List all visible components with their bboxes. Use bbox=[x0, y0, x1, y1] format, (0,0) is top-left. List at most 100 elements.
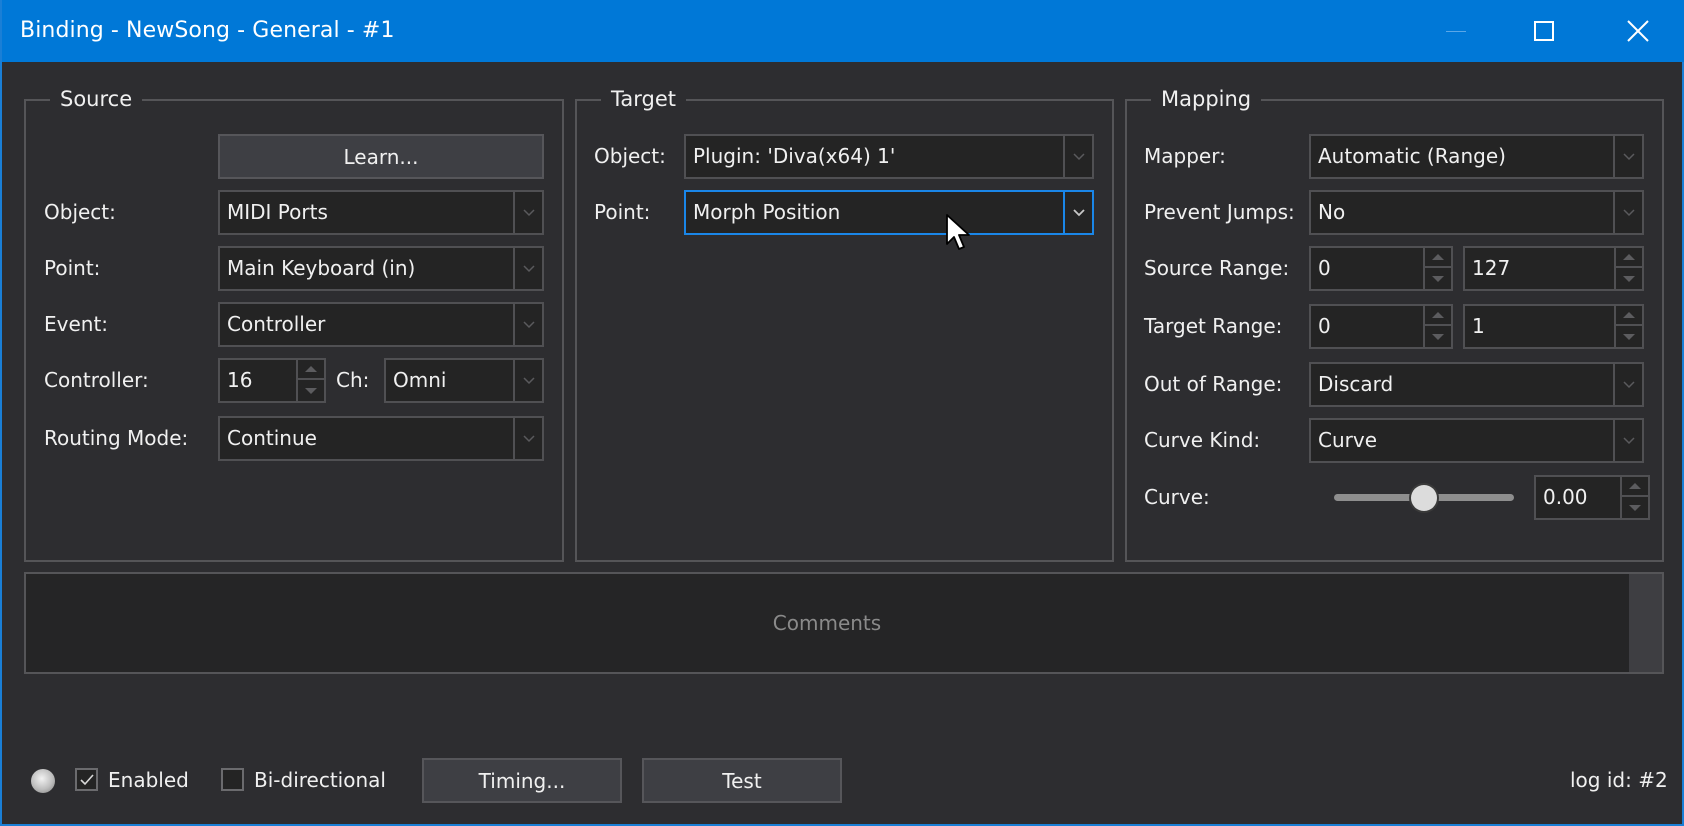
curve-value[interactable]: 0.00 bbox=[1543, 477, 1588, 518]
close-button[interactable] bbox=[1592, 0, 1684, 62]
arrow-down-icon bbox=[1629, 505, 1641, 511]
dropdown-button[interactable] bbox=[1063, 136, 1092, 177]
source-point-dropdown[interactable]: Main Keyboard (in) bbox=[218, 246, 544, 291]
increment-button[interactable] bbox=[298, 360, 324, 380]
dropdown-button[interactable] bbox=[1613, 136, 1642, 177]
target-object-dropdown[interactable]: Plugin: 'Diva(x64) 1' bbox=[684, 134, 1094, 179]
channel-dropdown[interactable]: Omni bbox=[384, 358, 544, 403]
mapper-value: Automatic (Range) bbox=[1318, 144, 1506, 168]
mapper-label: Mapper: bbox=[1144, 144, 1226, 168]
target-point-value: Morph Position bbox=[693, 200, 841, 224]
prevent-jumps-value: No bbox=[1318, 200, 1346, 224]
curve-label: Curve: bbox=[1144, 485, 1210, 509]
increment-button[interactable] bbox=[1616, 306, 1642, 326]
arrow-down-icon bbox=[1623, 276, 1635, 282]
window-title: Binding - NewSong - General - #1 bbox=[20, 18, 395, 43]
channel-value: Omni bbox=[393, 368, 447, 392]
title-bar[interactable]: Binding - NewSong - General - #1 bbox=[2, 0, 1684, 62]
source-event-value: Controller bbox=[227, 312, 326, 336]
comments-placeholder: Comments bbox=[772, 611, 882, 635]
chevron-down-icon bbox=[522, 434, 535, 442]
curve-kind-value: Curve bbox=[1318, 428, 1378, 452]
dropdown-button[interactable] bbox=[513, 360, 542, 401]
log-id: log id: #2 bbox=[1570, 768, 1668, 792]
enabled-checkbox[interactable] bbox=[75, 768, 98, 791]
source-event-dropdown[interactable]: Controller bbox=[218, 302, 544, 347]
mapper-dropdown[interactable]: Automatic (Range) bbox=[1309, 134, 1644, 179]
curve-kind-label: Curve Kind: bbox=[1144, 428, 1261, 452]
checkmark-icon bbox=[79, 773, 94, 785]
routing-mode-dropdown[interactable]: Continue bbox=[218, 416, 544, 461]
increment-button[interactable] bbox=[1425, 306, 1451, 326]
curve-slider-thumb[interactable] bbox=[1411, 485, 1437, 511]
dropdown-button[interactable] bbox=[1063, 192, 1092, 233]
timing-button[interactable]: Timing... bbox=[422, 758, 622, 803]
prevent-jumps-dropdown[interactable]: No bbox=[1309, 190, 1644, 235]
decrement-button[interactable] bbox=[1616, 327, 1642, 347]
target-range-min-value[interactable]: 0 bbox=[1318, 306, 1331, 347]
controller-value[interactable]: 16 bbox=[227, 360, 252, 401]
chevron-down-icon bbox=[522, 320, 535, 328]
curve-kind-dropdown[interactable]: Curve bbox=[1309, 418, 1644, 463]
spinner-arrows bbox=[1614, 306, 1642, 347]
dropdown-button[interactable] bbox=[1613, 420, 1642, 461]
curve-spinner[interactable]: 0.00 bbox=[1534, 475, 1650, 520]
test-button[interactable]: Test bbox=[642, 758, 842, 803]
maximize-icon bbox=[1534, 21, 1554, 41]
target-range-label: Target Range: bbox=[1144, 314, 1283, 338]
arrow-up-icon bbox=[305, 366, 317, 372]
enabled-label[interactable]: Enabled bbox=[108, 758, 189, 803]
chevron-down-icon bbox=[1622, 436, 1635, 444]
arrow-up-icon bbox=[1623, 254, 1635, 260]
decrement-button[interactable] bbox=[1622, 498, 1648, 518]
chevron-down-icon bbox=[522, 264, 535, 272]
source-object-value: MIDI Ports bbox=[227, 200, 328, 224]
source-group-title: Source bbox=[50, 86, 143, 112]
dropdown-button[interactable] bbox=[1613, 192, 1642, 233]
bidirectional-checkbox[interactable] bbox=[221, 768, 244, 791]
source-event-label: Event: bbox=[44, 312, 109, 336]
decrement-button[interactable] bbox=[298, 381, 324, 401]
source-range-max-value[interactable]: 127 bbox=[1472, 248, 1510, 289]
bidirectional-label[interactable]: Bi-directional bbox=[254, 758, 386, 803]
comments-textarea[interactable]: Comments bbox=[24, 572, 1664, 674]
target-range-max-value[interactable]: 1 bbox=[1472, 306, 1485, 347]
mouse-cursor-icon bbox=[946, 214, 970, 250]
increment-button[interactable] bbox=[1425, 248, 1451, 268]
out-of-range-label: Out of Range: bbox=[1144, 372, 1283, 396]
target-range-min-spinner[interactable]: 0 bbox=[1309, 304, 1453, 349]
arrow-down-icon bbox=[1432, 276, 1444, 282]
out-of-range-dropdown[interactable]: Discard bbox=[1309, 362, 1644, 407]
mapping-group-title: Mapping bbox=[1151, 86, 1262, 112]
binding-window: Binding - NewSong - General - #1 Source … bbox=[0, 0, 1684, 826]
increment-button[interactable] bbox=[1622, 477, 1648, 497]
dropdown-button[interactable] bbox=[513, 304, 542, 345]
learn-button[interactable]: Learn... bbox=[218, 134, 544, 179]
dropdown-button[interactable] bbox=[1613, 364, 1642, 405]
chevron-down-icon bbox=[1622, 208, 1635, 216]
minimize-icon bbox=[1446, 30, 1466, 32]
spinner-arrows bbox=[1620, 477, 1648, 518]
increment-button[interactable] bbox=[1616, 248, 1642, 268]
maximize-button[interactable] bbox=[1498, 0, 1590, 62]
decrement-button[interactable] bbox=[1425, 269, 1451, 289]
source-range-min-value[interactable]: 0 bbox=[1318, 248, 1331, 289]
controller-label: Controller: bbox=[44, 368, 149, 392]
dropdown-button[interactable] bbox=[513, 248, 542, 289]
target-point-dropdown[interactable]: Morph Position bbox=[684, 190, 1094, 235]
controller-spinner[interactable]: 16 bbox=[218, 358, 326, 403]
source-range-max-spinner[interactable]: 127 bbox=[1463, 246, 1644, 291]
dropdown-button[interactable] bbox=[513, 418, 542, 459]
channel-label: Ch: bbox=[336, 368, 370, 392]
spinner-arrows bbox=[296, 360, 324, 401]
target-group-title: Target bbox=[601, 86, 686, 112]
dropdown-button[interactable] bbox=[513, 192, 542, 233]
decrement-button[interactable] bbox=[1616, 269, 1642, 289]
source-range-min-spinner[interactable]: 0 bbox=[1309, 246, 1453, 291]
decrement-button[interactable] bbox=[1425, 327, 1451, 347]
close-icon bbox=[1627, 20, 1649, 42]
source-object-dropdown[interactable]: MIDI Ports bbox=[218, 190, 544, 235]
comments-scrollbar[interactable] bbox=[1629, 574, 1662, 672]
target-range-max-spinner[interactable]: 1 bbox=[1463, 304, 1644, 349]
minimize-button[interactable] bbox=[1410, 0, 1502, 62]
